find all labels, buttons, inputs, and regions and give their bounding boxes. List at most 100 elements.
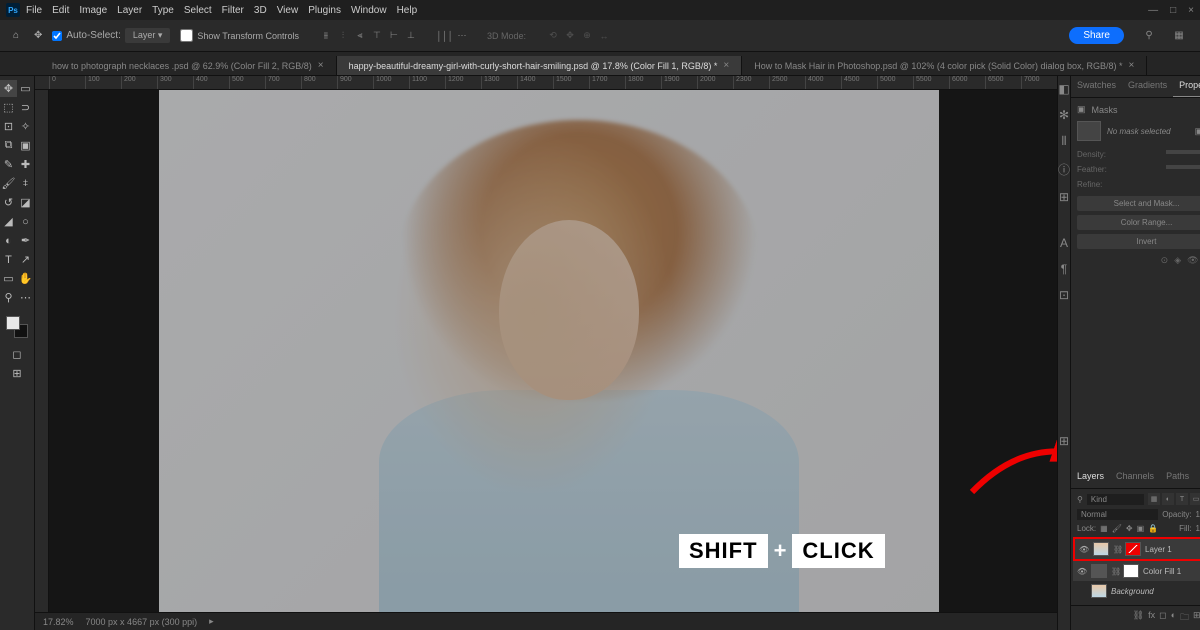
history-brush-tool[interactable]: ↺ bbox=[0, 194, 17, 211]
select-and-mask-button[interactable]: Select and Mask... bbox=[1077, 196, 1200, 211]
blur-tool[interactable]: ○ bbox=[17, 213, 34, 230]
layer-thumb[interactable] bbox=[1091, 584, 1107, 598]
layer-mask-thumb[interactable] bbox=[1123, 564, 1139, 578]
selection-tool[interactable]: ⊡ bbox=[0, 118, 17, 135]
color-panel-icon[interactable]: ◧ bbox=[1058, 82, 1069, 96]
3d-orbit-icon[interactable]: ⟲ bbox=[546, 29, 560, 43]
filter-icon[interactable]: ⚲ bbox=[1077, 495, 1083, 504]
filter-kind-dropdown[interactable]: Kind bbox=[1087, 494, 1144, 505]
lock-position-icon[interactable]: ✥ bbox=[1126, 524, 1133, 533]
glyphs-panel-icon[interactable]: ⊡ bbox=[1059, 288, 1069, 302]
status-chevron-icon[interactable]: ▸ bbox=[209, 616, 214, 627]
lock-all-icon[interactable]: 🔒 bbox=[1148, 524, 1158, 533]
new-layer-icon[interactable]: ⊞ bbox=[1193, 610, 1200, 626]
visibility-icon[interactable]: 👁 bbox=[1079, 545, 1089, 554]
tab-close-icon[interactable]: × bbox=[318, 60, 324, 71]
align-middle-icon[interactable]: ⊢ bbox=[387, 29, 401, 43]
zoom-tool[interactable]: ⚲ bbox=[0, 289, 17, 306]
tab-gradients[interactable]: Gradients bbox=[1122, 76, 1173, 97]
fg-color[interactable] bbox=[6, 316, 20, 330]
add-pixel-mask-icon[interactable]: ▣ bbox=[1195, 126, 1200, 137]
eraser-tool[interactable]: ◪ bbox=[17, 194, 34, 211]
screen-mode-icon[interactable]: ⊞ bbox=[9, 365, 26, 382]
quick-mask-icon[interactable]: ◻ bbox=[9, 346, 26, 363]
frame-tool[interactable]: ▣ bbox=[17, 137, 34, 154]
align-center-h-icon[interactable]: ⫶ bbox=[336, 29, 350, 43]
adjustments-panel-icon[interactable]: ✻ bbox=[1059, 108, 1069, 122]
align-right-icon[interactable]: ⫷ bbox=[353, 29, 367, 43]
disable-mask-icon[interactable]: 👁 bbox=[1187, 255, 1198, 266]
layer-item-colorfill[interactable]: 👁 ⛓ Color Fill 1 bbox=[1073, 561, 1200, 581]
layer-name[interactable]: Background bbox=[1111, 587, 1154, 596]
layer-name[interactable]: Layer 1 bbox=[1145, 545, 1172, 554]
invert-button[interactable]: Invert bbox=[1077, 234, 1200, 249]
menu-layer[interactable]: Layer bbox=[117, 5, 142, 16]
filter-shape-icon[interactable]: ▭ bbox=[1190, 493, 1200, 505]
type-tool[interactable]: T bbox=[0, 251, 17, 268]
tab-channels[interactable]: Channels bbox=[1110, 467, 1160, 488]
menu-view[interactable]: View bbox=[277, 5, 299, 16]
menu-type[interactable]: Type bbox=[152, 5, 174, 16]
fx-icon[interactable]: fx bbox=[1148, 610, 1155, 626]
move-tool-icon[interactable]: ✥ bbox=[34, 30, 42, 41]
pen-tool[interactable]: ✒ bbox=[17, 232, 34, 249]
document-tab-1[interactable]: happy-beautiful-dreamy-girl-with-curly-s… bbox=[337, 56, 743, 75]
share-button[interactable]: Share bbox=[1069, 27, 1124, 44]
fill-value[interactable]: 100% bbox=[1196, 524, 1200, 533]
tab-properties[interactable]: Properties bbox=[1173, 76, 1200, 97]
tab-close-icon[interactable]: × bbox=[723, 60, 729, 71]
menu-select[interactable]: Select bbox=[184, 5, 212, 16]
close-icon[interactable]: × bbox=[1188, 5, 1194, 16]
filter-type-icon[interactable]: T bbox=[1176, 493, 1188, 505]
tab-paths[interactable]: Paths bbox=[1160, 467, 1195, 488]
filter-pixel-icon[interactable]: ▦ bbox=[1148, 493, 1160, 505]
crop-tool[interactable]: ⧉ bbox=[0, 137, 17, 154]
more-align-icon[interactable]: ⋯ bbox=[455, 29, 469, 43]
zoom-value[interactable]: 17.82% bbox=[43, 617, 74, 627]
minimize-icon[interactable]: — bbox=[1148, 5, 1158, 16]
density-slider[interactable] bbox=[1166, 150, 1200, 154]
layer-item-background[interactable]: Background 🔒 bbox=[1073, 581, 1200, 601]
group-icon[interactable]: 🗀 bbox=[1180, 610, 1189, 626]
auto-select-checkbox[interactable] bbox=[52, 31, 62, 41]
add-mask-icon[interactable]: ◻ bbox=[1159, 610, 1166, 626]
distribute-h-icon[interactable]: │││ bbox=[438, 29, 452, 43]
heal-tool[interactable]: ✚ bbox=[17, 156, 34, 173]
path-tool[interactable]: ↗ bbox=[17, 251, 34, 268]
layer-mask-thumb[interactable] bbox=[1125, 542, 1141, 556]
workspace-icon[interactable]: ▦ bbox=[1172, 29, 1186, 43]
blend-mode-dropdown[interactable]: Normal bbox=[1077, 509, 1158, 520]
document-tab-2[interactable]: How to Mask Hair in Photoshop.psd @ 102%… bbox=[742, 56, 1147, 75]
layer-name[interactable]: Color Fill 1 bbox=[1143, 567, 1181, 576]
align-left-icon[interactable]: ⫵ bbox=[319, 29, 333, 43]
visibility-icon[interactable]: 👁 bbox=[1077, 567, 1087, 576]
shape-tool[interactable]: ▭ bbox=[0, 270, 17, 287]
align-bottom-icon[interactable]: ⊥ bbox=[404, 29, 418, 43]
opacity-value[interactable]: 100% bbox=[1196, 510, 1200, 519]
lock-artboard-icon[interactable]: ▣ bbox=[1137, 524, 1145, 533]
histogram-panel-icon[interactable]: ⫴ bbox=[1061, 134, 1066, 149]
marquee-tool[interactable]: ⬚ bbox=[0, 99, 17, 116]
layer-item-layer1[interactable]: 👁 ⛓ Layer 1 bbox=[1073, 537, 1200, 561]
menu-file[interactable]: File bbox=[26, 5, 42, 16]
menu-window[interactable]: Window bbox=[351, 5, 387, 16]
mask-thumbnail[interactable] bbox=[1077, 121, 1101, 141]
tab-swatches[interactable]: Swatches bbox=[1071, 76, 1122, 97]
lock-paint-icon[interactable]: 🖌 bbox=[1112, 524, 1122, 533]
gradient-tool[interactable]: ◢ bbox=[0, 213, 17, 230]
adjustment-layer-icon[interactable]: ◐ bbox=[1171, 610, 1176, 626]
libraries-panel-icon[interactable]: ⊞ bbox=[1059, 190, 1069, 204]
color-swatch[interactable] bbox=[6, 316, 28, 338]
auto-select-dropdown[interactable]: Layer ▾ bbox=[125, 28, 171, 43]
align-top-icon[interactable]: ⊤ bbox=[370, 29, 384, 43]
feather-slider[interactable] bbox=[1166, 165, 1200, 169]
character-panel-icon[interactable]: A bbox=[1060, 236, 1068, 250]
hand-tool[interactable]: ✋ bbox=[17, 270, 34, 287]
layer-thumb[interactable] bbox=[1091, 564, 1107, 578]
eyedropper-tool[interactable]: ✎ bbox=[0, 156, 17, 173]
lock-transparent-icon[interactable]: ▦ bbox=[1100, 524, 1108, 533]
menu-3d[interactable]: 3D bbox=[254, 5, 267, 16]
actions-panel-icon[interactable]: ⊞ bbox=[1059, 434, 1069, 448]
viewport[interactable]: SHIFT + CLICK bbox=[49, 90, 1057, 612]
info-panel-icon[interactable]: ⓘ bbox=[1058, 161, 1070, 178]
